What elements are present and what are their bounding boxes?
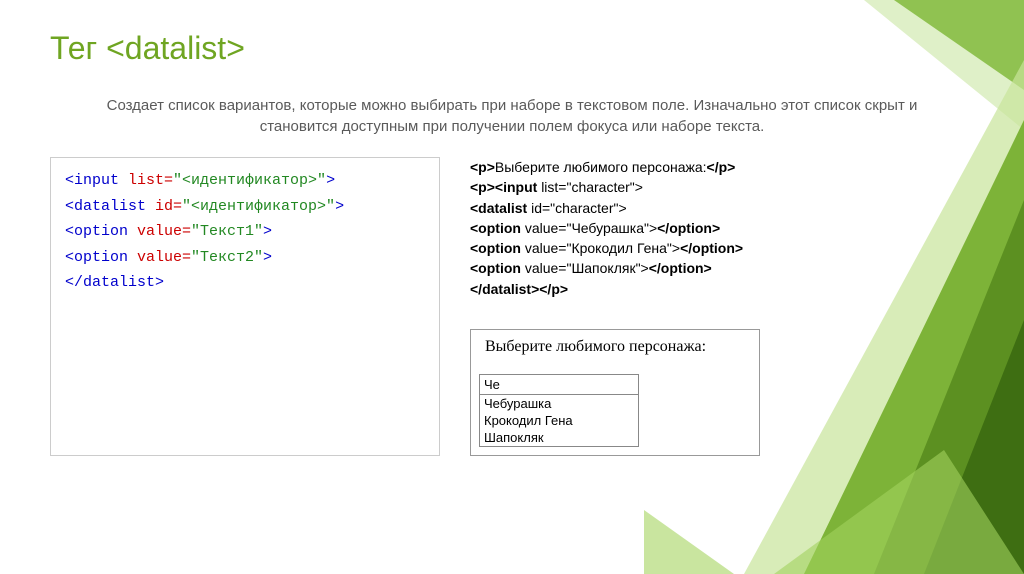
code-line: <option value="Текст1"> — [65, 219, 425, 245]
code-line: <datalist id="<идентификатор>"> — [65, 194, 425, 220]
page-title: Тег <datalist> — [50, 30, 974, 67]
code-line: <option value="Шапокляк"></option> — [470, 258, 974, 278]
datalist-dropdown[interactable]: Чебурашка Крокодил Гена Шапокляк — [479, 394, 639, 447]
list-item[interactable]: Шапокляк — [480, 429, 638, 446]
code-line: <option value="Текст2"> — [65, 245, 425, 271]
list-item[interactable]: Чебурашка — [480, 395, 638, 412]
code-line: <p><input list="character"> — [470, 177, 974, 197]
code-line: <input list="<идентификатор>"> — [65, 168, 425, 194]
code-line: </datalist> — [65, 270, 425, 296]
list-item[interactable]: Крокодил Гена — [480, 412, 638, 429]
code-line: <option value="Крокодил Гена"></option> — [470, 238, 974, 258]
description-text: Создает список вариантов, которые можно … — [90, 95, 934, 137]
code-line: </datalist></p> — [470, 279, 974, 299]
character-input[interactable] — [479, 374, 639, 395]
syntax-code-block: <input list="<идентификатор>"> <datalist… — [50, 157, 440, 456]
preview-box: Выберите любимого персонажа: Чебурашка К… — [470, 329, 760, 456]
code-line: <datalist id="character"> — [470, 198, 974, 218]
preview-label: Выберите любимого персонажа: — [485, 338, 755, 356]
example-code-block: <p>Выберите любимого персонажа:</p> <p><… — [470, 157, 974, 299]
code-line: <option value="Чебурашка"></option> — [470, 218, 974, 238]
code-line: <p>Выберите любимого персонажа:</p> — [470, 157, 974, 177]
